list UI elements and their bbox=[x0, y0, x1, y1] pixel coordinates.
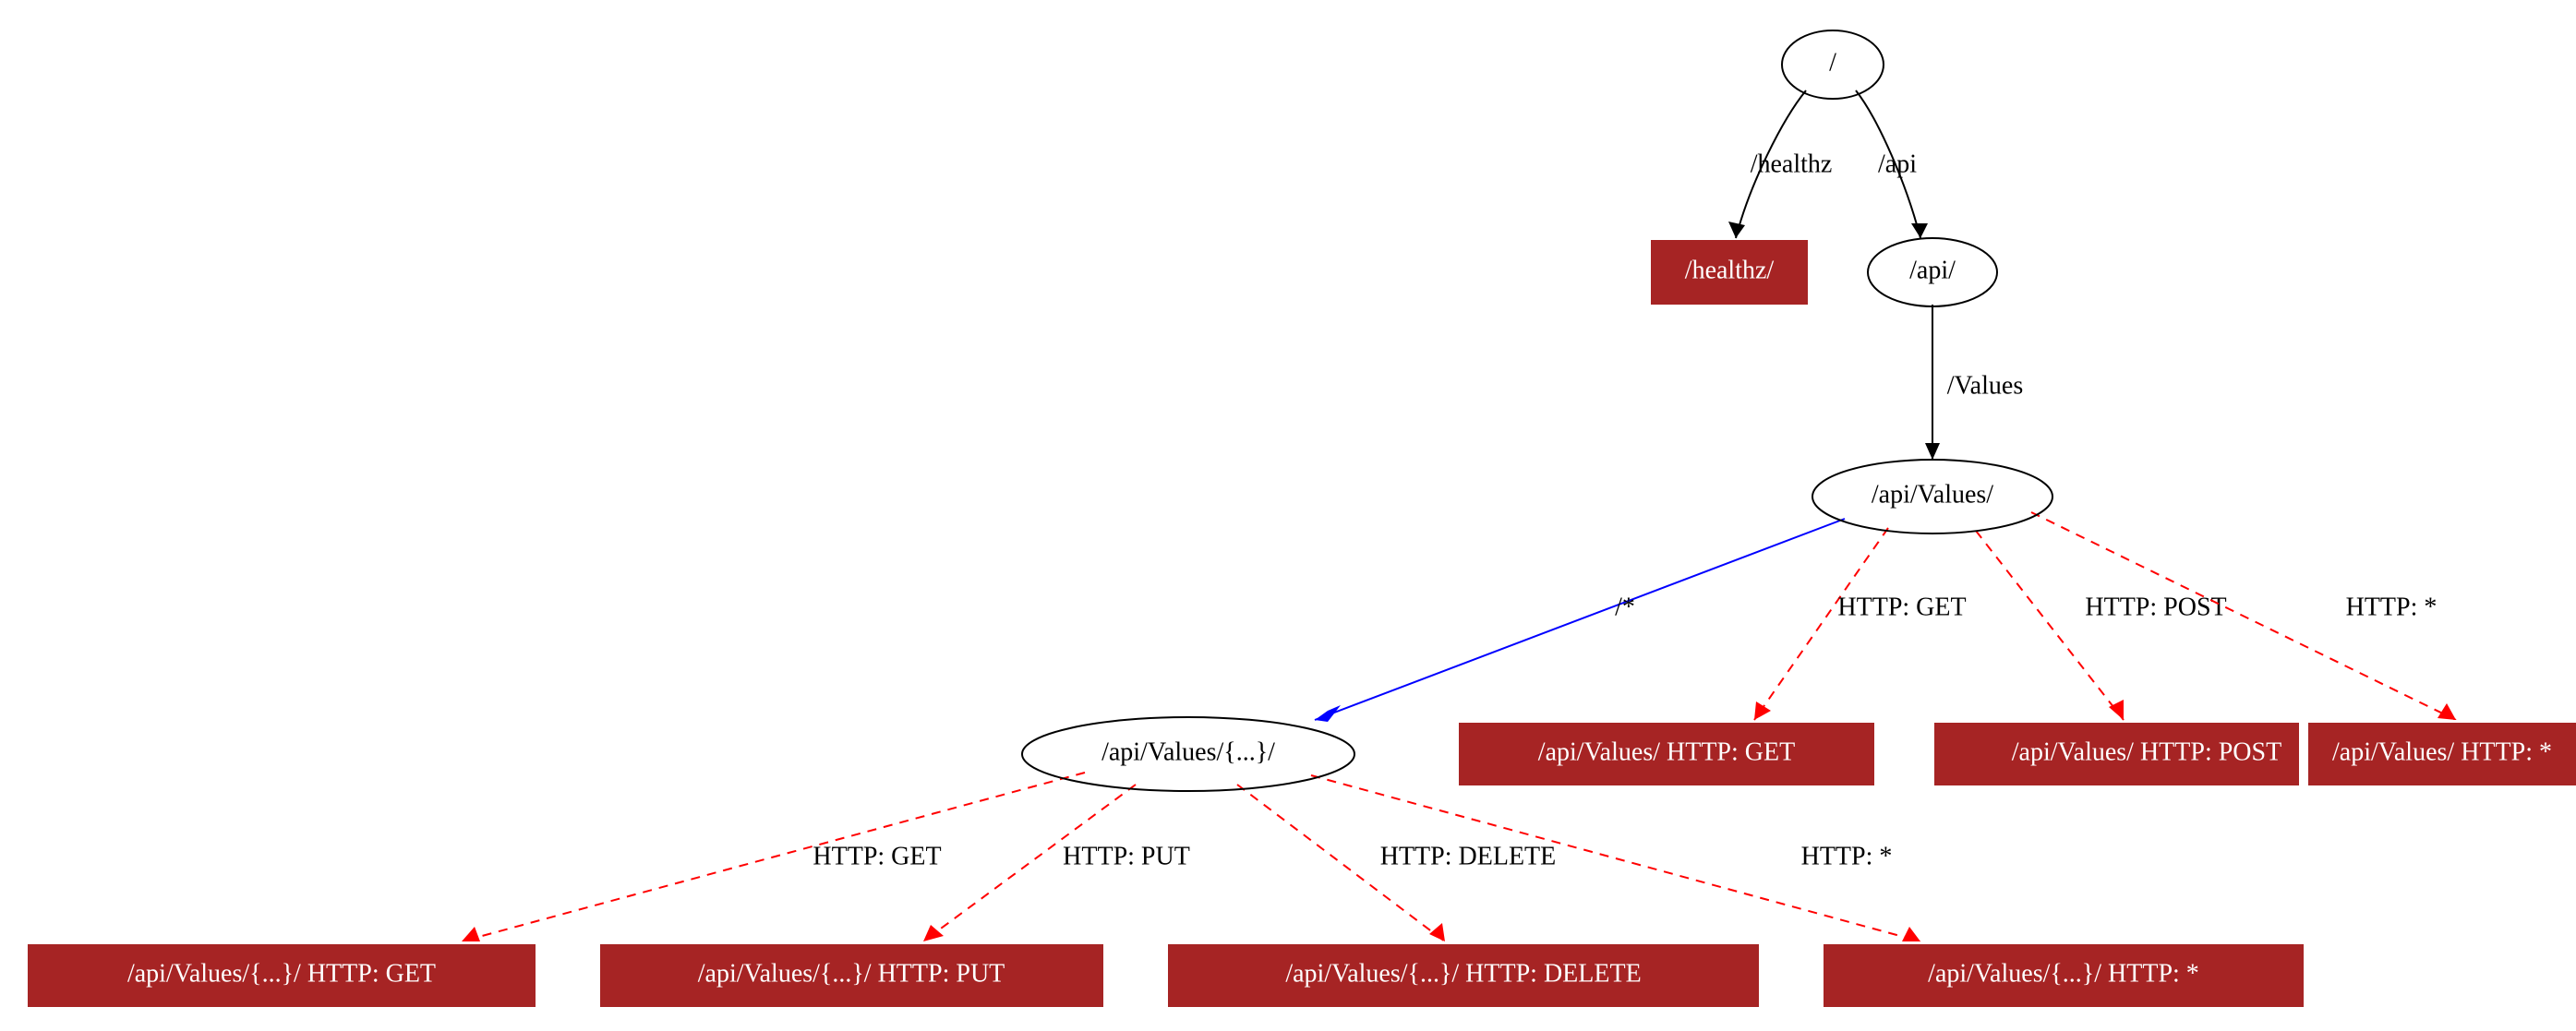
arrow-icon bbox=[1925, 443, 1940, 460]
node-api-values-post-label: /api/Values/ HTTP: POST bbox=[2012, 737, 2281, 766]
routing-tree-diagram: /healthz /api /Values /* HTTP: GET HTTP:… bbox=[0, 0, 2576, 1031]
edge-values-to-post bbox=[1976, 531, 2124, 720]
node-api-values-label: /api/Values/ bbox=[1872, 480, 1993, 509]
edge-values-to-get bbox=[1754, 528, 1888, 720]
diamond-icon bbox=[1315, 705, 1341, 722]
arrow-icon bbox=[1754, 701, 1771, 720]
node-id-star-label: /api/Values/{...}/ HTTP: * bbox=[1928, 959, 2199, 988]
node-root-label: / bbox=[1829, 48, 1836, 77]
node-api-label: /api/ bbox=[1909, 256, 1956, 284]
arrow-icon bbox=[923, 925, 944, 941]
edge-label-api: /api bbox=[1878, 150, 1917, 178]
node-api-values-get-label: /api/Values/ HTTP: GET bbox=[1538, 737, 1795, 766]
edge-label-values-star: HTTP: * bbox=[2346, 593, 2438, 621]
arrow-icon bbox=[1728, 222, 1745, 238]
arrow-icon bbox=[1429, 923, 1445, 941]
edge-label-id-put: HTTP: PUT bbox=[1063, 842, 1190, 870]
edge-label-id-get: HTTP: GET bbox=[813, 842, 941, 870]
node-api-values-id-label: /api/Values/{...}/ bbox=[1101, 737, 1275, 766]
edge-label-values-get: HTTP: GET bbox=[1837, 593, 1966, 621]
edge-label-healthz: /healthz bbox=[1751, 150, 1833, 178]
arrow-icon bbox=[1902, 927, 1920, 941]
edge-id-to-get bbox=[462, 773, 1085, 941]
arrow-icon bbox=[1911, 223, 1928, 238]
node-healthz-label: /healthz/ bbox=[1685, 256, 1775, 284]
edge-values-to-id bbox=[1315, 519, 1845, 720]
edge-label-id-delete: HTTP: DELETE bbox=[1380, 842, 1557, 870]
arrow-icon bbox=[462, 927, 480, 941]
edge-label-values: /Values bbox=[1947, 371, 2023, 400]
node-id-delete-label: /api/Values/{...}/ HTTP: DELETE bbox=[1285, 959, 1641, 988]
edge-label-id: /* bbox=[1615, 593, 1635, 621]
node-id-put-label: /api/Values/{...}/ HTTP: PUT bbox=[698, 959, 1005, 988]
node-api-values-star-label: /api/Values/ HTTP: * bbox=[2332, 737, 2552, 766]
edge-label-id-star: HTTP: * bbox=[1801, 842, 1893, 870]
node-id-get-label: /api/Values/{...}/ HTTP: GET bbox=[127, 959, 436, 988]
edge-label-values-post: HTTP: POST bbox=[2085, 593, 2226, 621]
